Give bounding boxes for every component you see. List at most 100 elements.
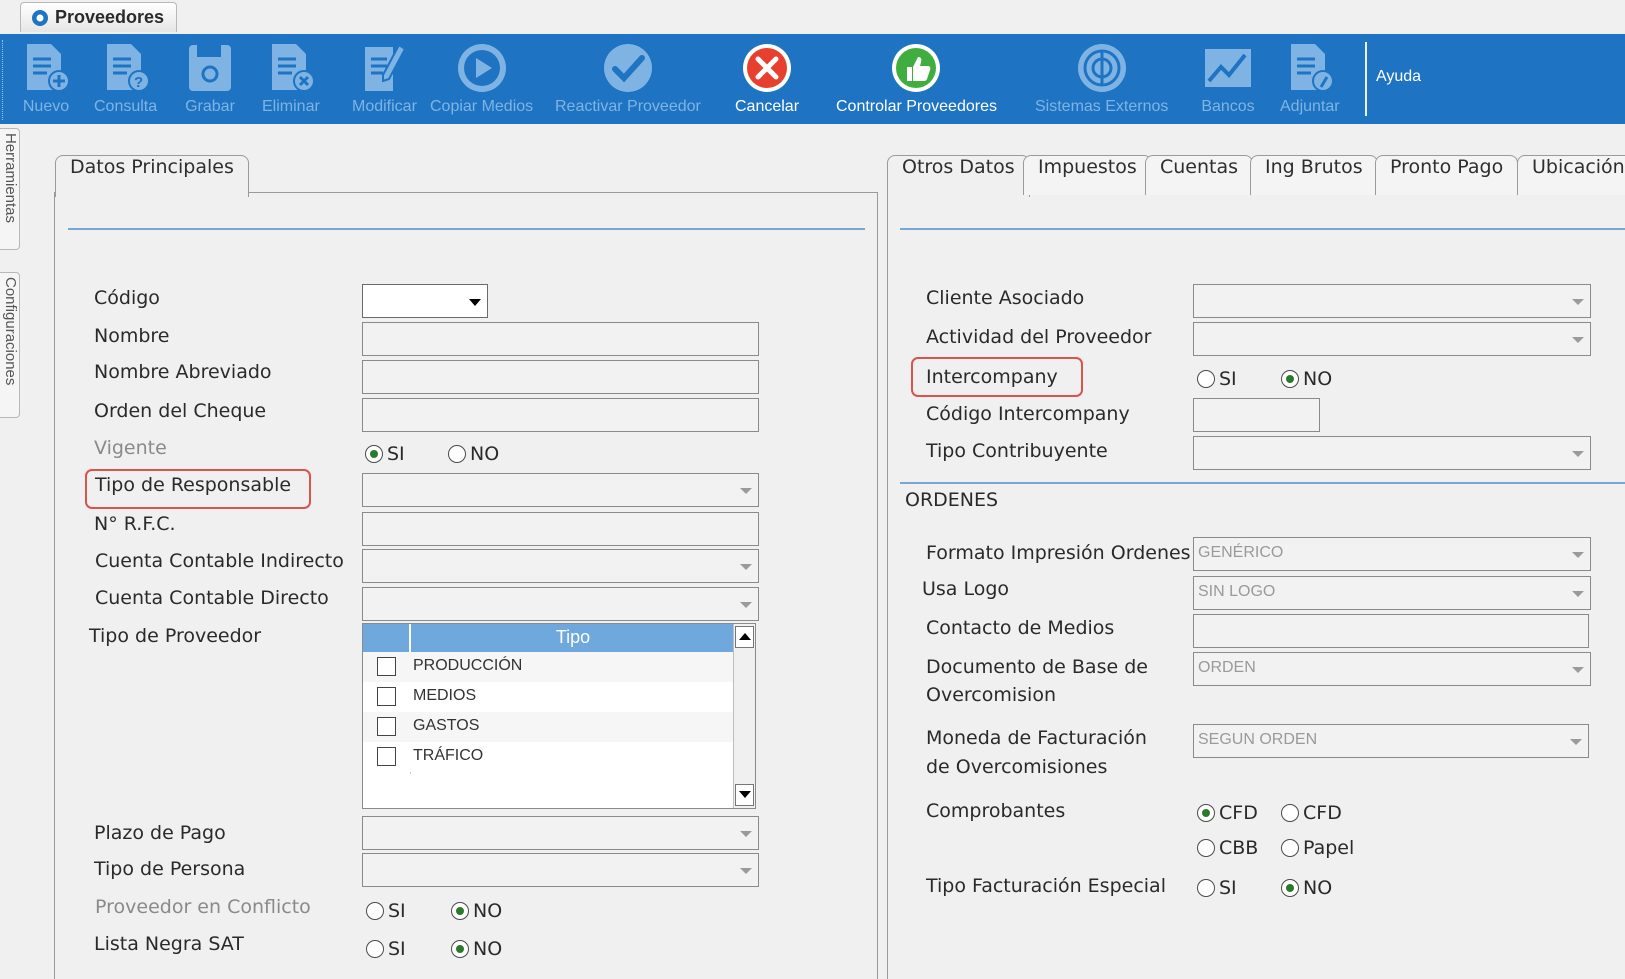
actividad-label: Actividad del Proveedor (926, 326, 1152, 348)
radio-icon (1281, 839, 1299, 857)
orden-cheque-label: Orden del Cheque (94, 400, 267, 422)
conflicto-no-radio[interactable]: NO (451, 900, 502, 922)
conflicto-si-radio[interactable]: SI (366, 900, 406, 922)
tab-ubicacion[interactable]: Ubicación (1517, 155, 1625, 195)
tipo-facturacion-no-radio[interactable]: NO (1281, 877, 1332, 899)
orden-cheque-field[interactable] (362, 398, 759, 432)
tipo-facturacion-si-radio[interactable]: SI (1197, 877, 1237, 899)
tab-otros-datos[interactable]: Otros Datos (887, 155, 1030, 197)
lista-negra-si-radio[interactable]: SI (366, 938, 406, 960)
tipo-persona-dropdown[interactable] (362, 853, 759, 887)
vigente-label: Vigente (94, 437, 167, 459)
intercompany-si-radio[interactable]: SI (1197, 368, 1237, 390)
tab-datos-principales[interactable]: Datos Principales (55, 155, 249, 197)
comprobantes-cfd-radio[interactable]: CFD (1197, 802, 1258, 824)
radio-selected-icon (1281, 370, 1299, 388)
side-tab-configuraciones[interactable]: Configuraciones (0, 272, 20, 418)
controlar-proveedores-button[interactable]: Controlar Proveedores (836, 40, 997, 120)
side-tab-herramientas[interactable]: Herramientas (0, 128, 20, 250)
comprobantes-cfd-2-radio[interactable]: CFD (1281, 802, 1342, 824)
table-row[interactable]: TRÁFICO (363, 742, 735, 772)
table-row[interactable]: PRODUCCIÓN (363, 652, 735, 682)
usa-logo-dropdown[interactable]: SIN LOGO (1193, 576, 1591, 610)
chevron-down-icon (1572, 552, 1584, 558)
nombre-field[interactable] (362, 322, 759, 356)
comprobantes-label: Comprobantes (926, 800, 1066, 822)
checkbox[interactable] (377, 717, 396, 736)
consulta-button[interactable]: ? Consulta (94, 40, 157, 120)
tab-ing-brutos[interactable]: Ing Brutos (1250, 155, 1378, 195)
checkbox[interactable] (377, 657, 396, 676)
codigo-intercompany-label: Código Intercompany (926, 403, 1130, 425)
tab-cuentas[interactable]: Cuentas (1145, 155, 1254, 195)
query-document-icon: ? (98, 40, 154, 96)
tipo-contribuyente-dropdown[interactable] (1193, 436, 1591, 470)
chevron-down-icon (740, 602, 752, 608)
grid-header-tipo[interactable]: Tipo (411, 627, 735, 648)
sistemas-externos-button[interactable]: Sistemas Externos (1035, 40, 1168, 120)
actividad-dropdown[interactable] (1193, 322, 1591, 356)
cuenta-directo-dropdown[interactable] (362, 587, 759, 621)
radio-icon (1197, 879, 1215, 897)
comprobantes-cbb-radio[interactable]: CBB (1197, 837, 1258, 859)
plazo-pago-dropdown[interactable] (362, 816, 759, 850)
table-row[interactable]: MEDIOS (363, 682, 735, 712)
cancelar-button[interactable]: Cancelar (735, 40, 799, 120)
copiar-medios-button[interactable]: Copiar Medios (430, 40, 533, 120)
reactivar-proveedor-button[interactable]: Reactivar Proveedor (555, 40, 701, 120)
tab-impuestos[interactable]: Impuestos (1023, 155, 1152, 195)
documento-base-dropdown[interactable]: ORDEN (1193, 652, 1591, 686)
bancos-button[interactable]: Bancos (1200, 40, 1256, 120)
tipo-responsable-dropdown[interactable] (362, 473, 759, 507)
new-document-icon (18, 40, 74, 96)
attach-icon (1282, 40, 1338, 96)
eliminar-button[interactable]: Eliminar (262, 40, 320, 120)
nombre-abreviado-field[interactable] (362, 360, 759, 394)
chevron-down-icon (740, 488, 752, 494)
intercompany-no-radio[interactable]: NO (1281, 368, 1332, 390)
vigente-no-radio[interactable]: NO (448, 443, 499, 465)
documento-base-label-2: Overcomision (926, 684, 1056, 706)
chevron-down-icon (1572, 299, 1584, 305)
moneda-facturacion-label-2: de Overcomisiones (926, 756, 1108, 778)
divider (900, 482, 1625, 484)
contacto-medios-field[interactable] (1193, 614, 1589, 648)
tab-pronto-pago[interactable]: Pronto Pago (1375, 155, 1519, 195)
formato-impresion-dropdown[interactable]: GENÉRICO (1193, 537, 1591, 571)
cliente-asociado-dropdown[interactable] (1193, 284, 1591, 318)
moneda-facturacion-dropdown[interactable]: SEGUN ORDEN (1193, 724, 1589, 758)
rfc-field[interactable] (362, 512, 759, 546)
ordenes-section-title: ORDENES (905, 489, 999, 511)
comprobantes-papel-radio[interactable]: Papel (1281, 837, 1354, 859)
ayuda-button[interactable]: Ayuda (1376, 68, 1421, 86)
window-tab-proveedores[interactable]: Proveedores (20, 2, 178, 32)
chevron-down-icon (469, 299, 481, 306)
codigo-label: Código (94, 287, 160, 309)
radio-selected-icon (365, 445, 383, 463)
divider (900, 228, 1625, 230)
delete-document-icon (263, 40, 319, 96)
radio-icon (448, 445, 466, 463)
grid-scrollbar[interactable] (733, 624, 755, 808)
vigente-si-radio[interactable]: SI (365, 443, 405, 465)
scroll-up-icon[interactable] (735, 626, 754, 648)
radio-selected-icon (451, 940, 469, 958)
nuevo-button[interactable]: Nuevo (18, 40, 74, 120)
codigo-dropdown[interactable] (362, 284, 488, 318)
cuenta-indirecto-dropdown[interactable] (362, 549, 759, 583)
scroll-down-icon[interactable] (735, 784, 754, 806)
lista-negra-no-radio[interactable]: NO (451, 938, 502, 960)
svg-text:?: ? (134, 74, 143, 91)
grid-header-select-column[interactable] (363, 624, 411, 652)
table-row[interactable]: GASTOS (363, 712, 735, 742)
chart-icon (1200, 40, 1256, 96)
grabar-button[interactable]: Grabar (182, 40, 238, 120)
app-window: Proveedores Nuevo ? Consulta Grabar Elim… (0, 0, 1625, 979)
codigo-intercompany-field[interactable] (1193, 398, 1320, 432)
checkbox[interactable] (377, 747, 396, 766)
toolbar-grip[interactable] (2, 40, 5, 120)
modificar-button[interactable]: Modificar (352, 40, 417, 120)
adjuntar-button[interactable]: Adjuntar (1280, 40, 1340, 120)
checkbox[interactable] (377, 687, 396, 706)
radio-icon (1197, 839, 1215, 857)
